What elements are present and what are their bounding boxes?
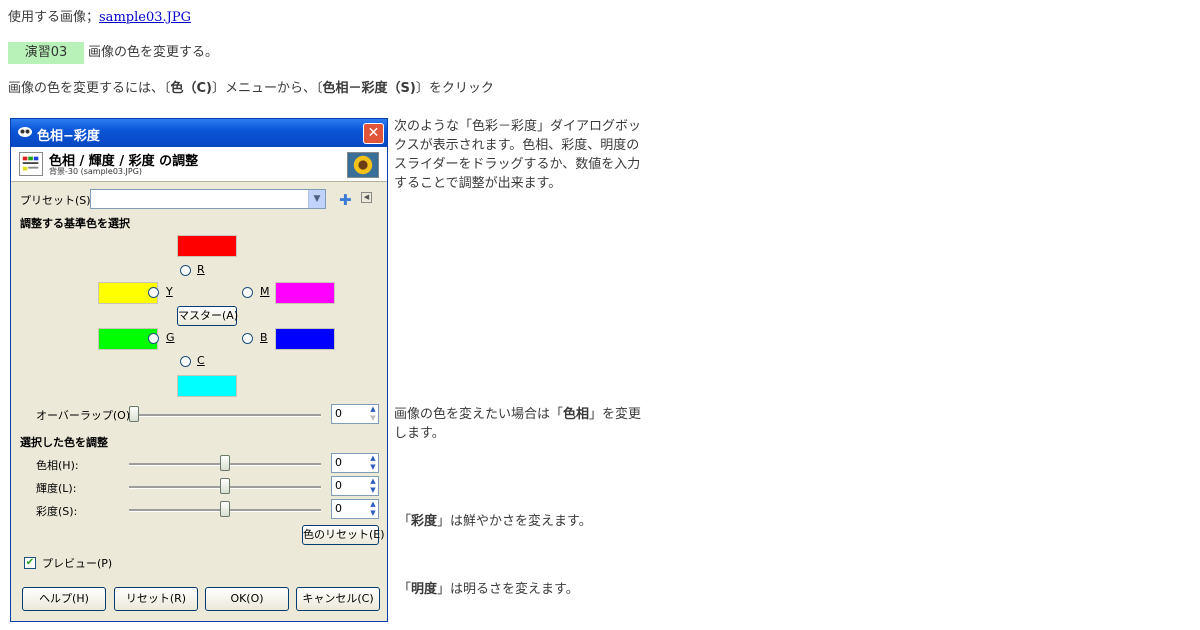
swatch-blue: [275, 328, 335, 350]
spin-up-icon[interactable]: ▲: [368, 477, 378, 486]
spin-up-icon[interactable]: ▲: [368, 500, 378, 509]
dialog-title: 色相−彩度: [37, 129, 100, 144]
overlap-slider-track[interactable]: [129, 414, 321, 417]
hue-saturation-icon: [19, 152, 43, 176]
cancel-button[interactable]: キャンセル(C): [296, 587, 380, 611]
section-adjust: 選択した色を調整: [20, 436, 108, 449]
swatch-magenta: [275, 282, 335, 304]
saturation-label: 彩度(S):: [36, 505, 78, 518]
reset-button[interactable]: リセット(R): [114, 587, 198, 611]
preview-checkbox[interactable]: ✔: [24, 557, 36, 569]
lightness-label: 輝度(L):: [36, 482, 77, 495]
saturation-note-term: 彩度: [411, 514, 438, 529]
image-line-prefix: 使用する画像；: [8, 10, 100, 25]
preview-label: プレビュー(P): [42, 557, 113, 570]
saturation-value: 0: [335, 502, 342, 515]
radio-red-label: R: [197, 263, 205, 276]
overlap-spin-arrows[interactable]: ▲ ▼: [368, 405, 378, 423]
close-button[interactable]: ✕: [363, 123, 384, 144]
radio-cyan[interactable]: [180, 356, 191, 367]
preset-label: プリセット(S):: [20, 194, 95, 207]
spin-down-icon[interactable]: ▼: [368, 414, 378, 423]
hue-slider-thumb[interactable]: [220, 455, 230, 471]
image-thumbnail: [347, 152, 379, 178]
overlap-label: オーバーラップ(O):: [36, 409, 134, 422]
chevron-down-icon[interactable]: ▼: [308, 190, 325, 208]
hue-note: 画像の色を変えたい場合は「色相」を変更します。: [394, 405, 644, 443]
radio-magenta[interactable]: [242, 287, 253, 298]
radio-magenta-label: M: [260, 285, 270, 298]
overlap-slider-thumb[interactable]: [129, 406, 139, 422]
overlap-spinbox[interactable]: 0 ▲ ▼: [331, 404, 379, 424]
lightness-note-post: 」は明るさを変えます。: [437, 582, 579, 597]
reset-color-button[interactable]: 色のリセット(E): [302, 525, 385, 545]
lightness-note-term: 明度: [411, 582, 438, 597]
lightness-spinbox[interactable]: 0 ▲ ▼: [331, 476, 379, 496]
spin-down-icon[interactable]: ▼: [368, 463, 378, 472]
lightness-note: 「明度」は明るさを変えます。: [398, 580, 579, 599]
hue-spin-arrows[interactable]: ▲ ▼: [368, 454, 378, 472]
instruction-menu-hue-sat: 色相－彩度（S): [322, 81, 416, 96]
overlap-value: 0: [335, 407, 342, 420]
add-preset-icon[interactable]: ✚: [339, 191, 352, 209]
radio-cyan-label: C: [197, 354, 205, 367]
exercise-badge: 演習03: [8, 42, 84, 64]
radio-blue-label: B: [260, 331, 268, 344]
hue-note-pre: 画像の色を変えたい場合は「: [394, 407, 564, 422]
lightness-slider-thumb[interactable]: [220, 478, 230, 494]
sunflower-icon: [348, 153, 378, 177]
saturation-slider-thumb[interactable]: [220, 501, 230, 517]
instruction-menu-color: 色（C): [170, 81, 212, 96]
section-base-color: 調整する基準色を選択: [20, 217, 130, 230]
saturation-note-pre: 「: [398, 514, 412, 529]
instruction-part3: 〕をクリック: [415, 81, 494, 96]
gimp-icon: [18, 127, 32, 137]
dialog-header: 色相 / 輝度 / 彩度 の調整 背景-30 (sample03.JPG): [11, 147, 387, 182]
instruction-part2: 〕メニューから、〔: [212, 81, 323, 96]
dialog-description-note: 次のような「色彩－彩度」ダイアログボックスが表示されます。色相、彩度、明度のスラ…: [394, 119, 642, 191]
spin-down-icon[interactable]: ▼: [368, 509, 378, 518]
radio-green[interactable]: [148, 333, 159, 344]
lightness-spin-arrows[interactable]: ▲ ▼: [368, 477, 378, 495]
sample-image-link[interactable]: sample03.JPG: [99, 10, 191, 25]
lightness-note-pre: 「: [398, 582, 412, 597]
radio-red[interactable]: [180, 265, 191, 276]
spin-up-icon[interactable]: ▲: [368, 405, 378, 414]
exercise-title: 画像の色を変更する。: [88, 45, 219, 60]
hue-value: 0: [335, 456, 342, 469]
hue-spinbox[interactable]: 0 ▲ ▼: [331, 453, 379, 473]
hue-note-term: 色相: [563, 407, 590, 422]
instruction-part1: 画像の色を変更するには、〔: [8, 81, 171, 96]
radio-yellow[interactable]: [148, 287, 159, 298]
saturation-note: 「彩度」は鮮やかさを変えます。: [398, 512, 592, 531]
swatch-cyan: [177, 375, 237, 397]
preset-select[interactable]: ▼: [90, 189, 326, 209]
image-line: 使用する画像；sample03.JPG: [8, 8, 191, 27]
radio-yellow-label: Y: [166, 285, 173, 298]
hue-label: 色相(H):: [36, 459, 79, 472]
saturation-note-post: 」は鮮やかさを変えます。: [437, 514, 592, 529]
master-button[interactable]: マスター(A): [177, 306, 238, 326]
preset-menu-icon[interactable]: ◀: [361, 192, 372, 203]
spin-up-icon[interactable]: ▲: [368, 454, 378, 463]
hue-saturation-dialog: 色相−彩度 ✕ 色相 / 輝度 / 彩度 の調整 背景-30 (sample03…: [10, 118, 388, 622]
radio-blue[interactable]: [242, 333, 253, 344]
spin-down-icon[interactable]: ▼: [368, 486, 378, 495]
dialog-titlebar[interactable]: 色相−彩度 ✕: [11, 119, 387, 147]
swatch-red: [177, 235, 237, 257]
header-subtitle: 背景-30 (sample03.JPG): [49, 167, 143, 176]
ok-button[interactable]: OK(O): [205, 587, 289, 611]
radio-green-label: G: [166, 331, 175, 344]
help-button[interactable]: ヘルプ(H): [22, 587, 106, 611]
instruction-line: 画像の色を変更するには、〔色（C)〕メニューから、〔色相－彩度（S)〕をクリック: [8, 79, 494, 98]
saturation-spin-arrows[interactable]: ▲ ▼: [368, 500, 378, 518]
saturation-spinbox[interactable]: 0 ▲ ▼: [331, 499, 379, 519]
lightness-value: 0: [335, 479, 342, 492]
